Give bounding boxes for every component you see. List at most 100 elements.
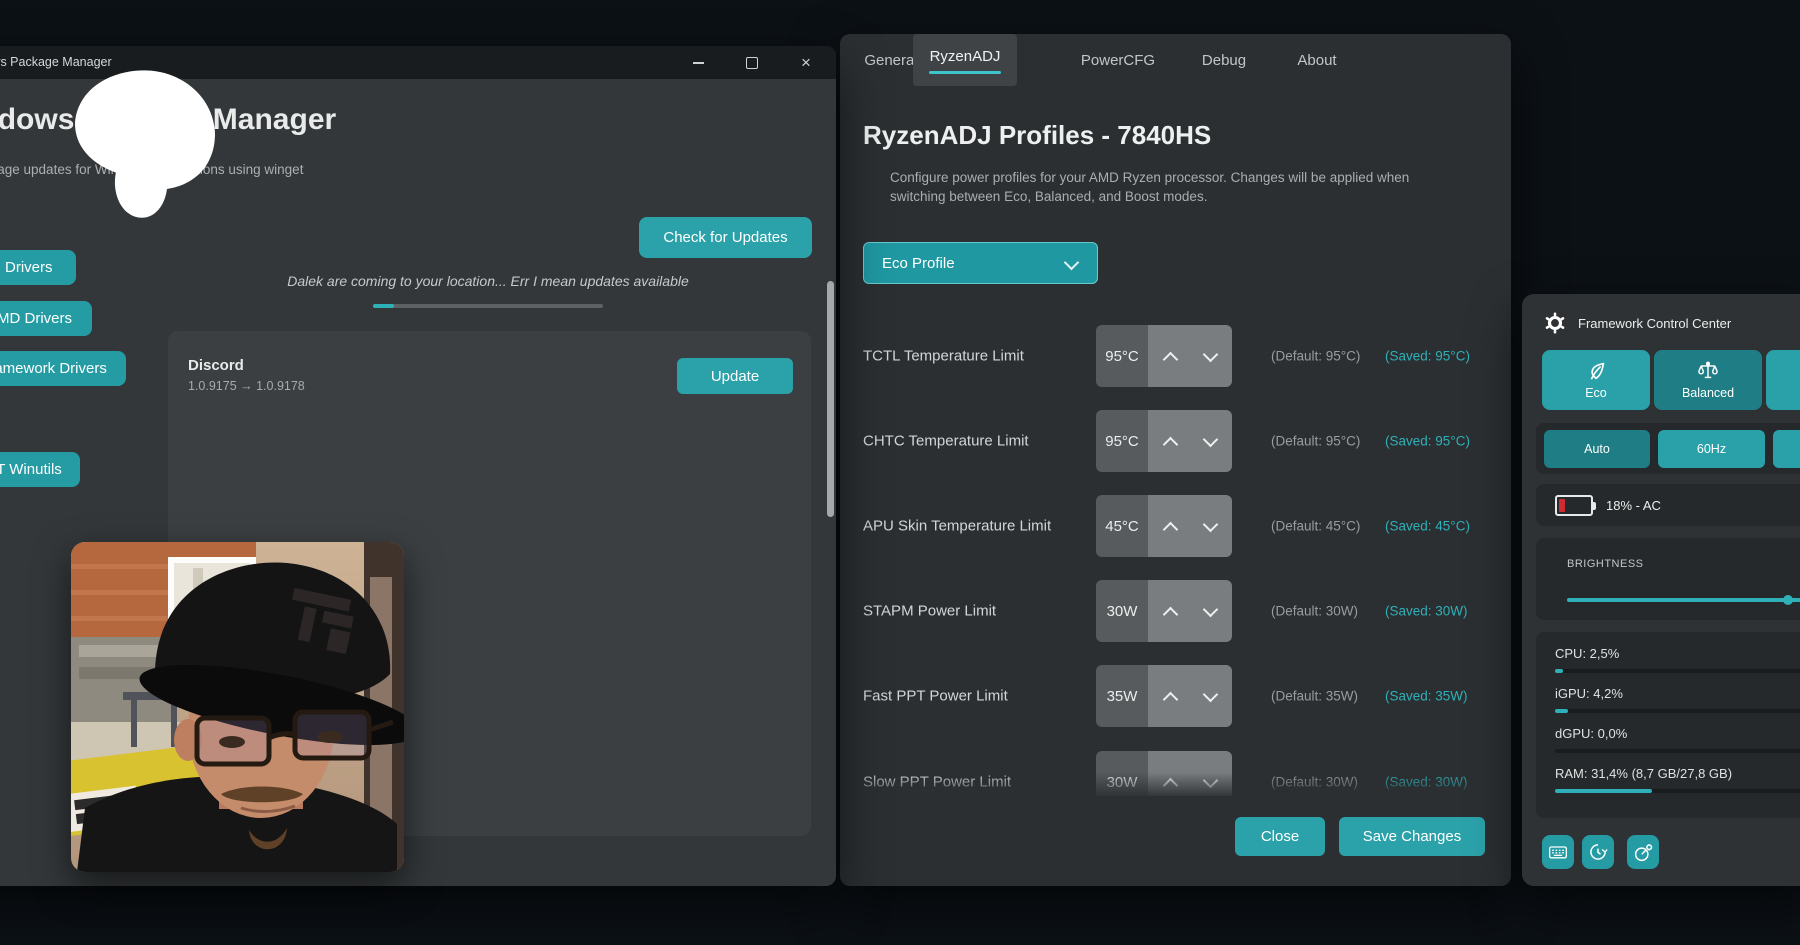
tab-powercfg[interactable]: PowerCFG bbox=[1078, 34, 1158, 86]
increment-button[interactable] bbox=[1159, 511, 1181, 541]
close-button[interactable]: Close bbox=[1235, 817, 1325, 856]
mode-button-balanced[interactable]: Balanced bbox=[1654, 350, 1762, 410]
status-message: Dalek are coming to your location... Err… bbox=[168, 273, 808, 289]
ryzenadj-settings-window: General RyzenADJ PowerCFG Debug About Ry… bbox=[840, 34, 1511, 886]
update-item-version: 1.0.9175 → 1.0.9178 bbox=[188, 379, 305, 393]
scrollbar-thumb[interactable] bbox=[827, 281, 834, 517]
stepper-value: 45°C bbox=[1096, 495, 1148, 557]
webcam-overlay bbox=[71, 542, 404, 872]
default-value: (Default: 45°C) bbox=[1271, 519, 1360, 534]
nav-button-ctt-winutils[interactable]: CTT Winutils bbox=[0, 452, 80, 487]
increment-button[interactable] bbox=[1159, 681, 1181, 711]
chevron-down-icon bbox=[1202, 431, 1218, 447]
keyboard-icon bbox=[1548, 843, 1568, 861]
saved-value: (Saved: 95°C) bbox=[1385, 349, 1470, 364]
saved-value: (Saved: 45°C) bbox=[1385, 519, 1470, 534]
minimize-icon bbox=[693, 62, 704, 64]
decrement-button[interactable] bbox=[1199, 511, 1221, 541]
refresh-60hz-button[interactable]: 60Hz bbox=[1658, 430, 1765, 468]
ram-usage-label: RAM: 31,4% (8,7 GB/27,8 GB) bbox=[1555, 766, 1732, 781]
active-tab-underline bbox=[929, 71, 1001, 74]
save-changes-button[interactable]: Save Changes bbox=[1339, 817, 1485, 856]
framework-control-center-panel: Framework Control Center Eco bbox=[1522, 294, 1800, 886]
igpu-usage-label: iGPU: 4,2% bbox=[1555, 686, 1623, 701]
tab-about[interactable]: About bbox=[1287, 34, 1347, 86]
profile-dropdown[interactable]: Eco Profile bbox=[863, 242, 1098, 284]
saved-value: (Saved: 30W) bbox=[1385, 604, 1468, 619]
increment-button[interactable] bbox=[1159, 596, 1181, 626]
chevron-down-icon bbox=[1202, 686, 1218, 702]
value-stepper: 30W bbox=[1096, 751, 1232, 796]
scales-icon bbox=[1696, 360, 1720, 382]
close-icon: × bbox=[801, 54, 811, 71]
setting-label: Slow PPT Power Limit bbox=[863, 774, 1011, 791]
chevron-up-icon bbox=[1162, 436, 1178, 452]
tuning-button[interactable] bbox=[1627, 835, 1659, 869]
increment-button[interactable] bbox=[1159, 767, 1181, 796]
setting-label: CHTC Temperature Limit bbox=[863, 433, 1029, 450]
setting-row: TCTL Temperature Limit 95°C (Default: 95… bbox=[840, 325, 1511, 387]
chevron-down-icon bbox=[1202, 516, 1218, 532]
ram-usage-bar bbox=[1555, 789, 1800, 793]
maximize-button[interactable] bbox=[729, 46, 775, 79]
chevron-down-icon bbox=[1202, 601, 1218, 617]
refresh-button-clipped[interactable] bbox=[1773, 430, 1800, 468]
battery-group: 18% - AC bbox=[1536, 484, 1800, 526]
decrement-button[interactable] bbox=[1199, 767, 1221, 796]
decrement-button[interactable] bbox=[1199, 341, 1221, 371]
profile-dropdown-value: Eco Profile bbox=[882, 255, 955, 272]
nav-button-intel-drivers[interactable]: Intel Drivers bbox=[0, 250, 76, 285]
history-button[interactable] bbox=[1582, 835, 1614, 869]
settings-scroll-area: TCTL Temperature Limit 95°C (Default: 95… bbox=[840, 304, 1511, 796]
page-description-line2: switching between Eco, Balanced, and Boo… bbox=[890, 189, 1207, 204]
brightness-slider[interactable] bbox=[1567, 598, 1800, 602]
decrement-button[interactable] bbox=[1199, 426, 1221, 456]
refresh-rate-group: Auto 60Hz bbox=[1536, 423, 1800, 474]
chevron-down-icon bbox=[1064, 255, 1080, 271]
brightness-slider-thumb[interactable] bbox=[1783, 595, 1793, 605]
tab-general[interactable]: General bbox=[863, 34, 919, 86]
brightness-label: BRIGHTNESS bbox=[1567, 558, 1644, 570]
white-blob-overlay bbox=[75, 70, 215, 220]
value-stepper: 30W bbox=[1096, 580, 1232, 642]
setting-label: APU Skin Temperature Limit bbox=[863, 518, 1051, 535]
stats-group: CPU: 2,5% iGPU: 4,2% dGPU: 0,0% RAM: 31,… bbox=[1536, 632, 1800, 818]
dgpu-usage-bar bbox=[1555, 749, 1800, 753]
mode-button-label: Eco bbox=[1585, 386, 1607, 400]
chevron-down-icon bbox=[1202, 772, 1218, 788]
tab-ryzenadj[interactable]: RyzenADJ bbox=[913, 34, 1017, 86]
nav-button-amd-drivers[interactable]: AMD Drivers bbox=[0, 301, 92, 336]
keyboard-button[interactable] bbox=[1542, 835, 1574, 869]
stepper-value: 95°C bbox=[1096, 325, 1148, 387]
check-for-updates-button[interactable]: Check for Updates bbox=[639, 217, 812, 258]
decrement-button[interactable] bbox=[1199, 681, 1221, 711]
maximize-icon bbox=[746, 57, 758, 69]
value-stepper: 95°C bbox=[1096, 410, 1232, 472]
history-icon bbox=[1588, 842, 1608, 862]
default-value: (Default: 35W) bbox=[1271, 689, 1358, 704]
tab-debug[interactable]: Debug bbox=[1194, 34, 1254, 86]
mode-button-clipped[interactable] bbox=[1766, 350, 1800, 410]
close-button[interactable]: × bbox=[783, 46, 829, 79]
nav-button-framework-drivers[interactable]: Framework Drivers bbox=[0, 351, 126, 386]
stepper-value: 35W bbox=[1096, 665, 1148, 727]
chevron-up-icon bbox=[1162, 521, 1178, 537]
default-value: (Default: 95°C) bbox=[1271, 434, 1360, 449]
decrement-button[interactable] bbox=[1199, 596, 1221, 626]
saved-value: (Saved: 30W) bbox=[1385, 775, 1468, 790]
stepper-value: 30W bbox=[1096, 751, 1148, 796]
update-button[interactable]: Update bbox=[677, 358, 793, 394]
increment-button[interactable] bbox=[1159, 341, 1181, 371]
setting-row: APU Skin Temperature Limit 45°C (Default… bbox=[840, 495, 1511, 557]
mode-button-eco[interactable]: Eco bbox=[1542, 350, 1650, 410]
battery-status: 18% - AC bbox=[1606, 498, 1661, 513]
stepper-value: 95°C bbox=[1096, 410, 1148, 472]
saved-value: (Saved: 95°C) bbox=[1385, 434, 1470, 449]
increment-button[interactable] bbox=[1159, 426, 1181, 456]
setting-row: STAPM Power Limit 30W (Default: 30W) (Sa… bbox=[840, 580, 1511, 642]
default-value: (Default: 30W) bbox=[1271, 775, 1358, 790]
minimize-button[interactable] bbox=[675, 46, 721, 79]
chevron-up-icon bbox=[1162, 606, 1178, 622]
panel-title: Framework Control Center bbox=[1578, 316, 1731, 331]
refresh-auto-button[interactable]: Auto bbox=[1544, 430, 1650, 468]
